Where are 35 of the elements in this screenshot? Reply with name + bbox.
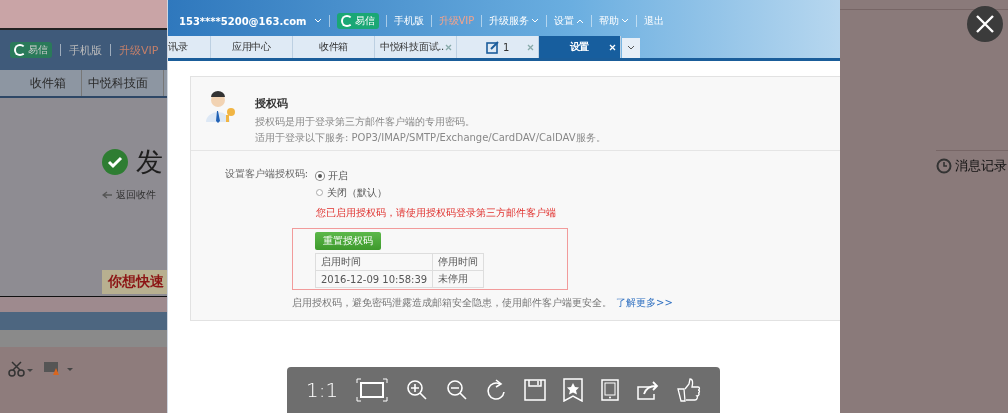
column-header: 启用时间 <box>315 253 433 271</box>
status-notice: 您已启用授权码，请使用授权码登录第三方邮件客户端 <box>316 206 557 220</box>
setting-label: 设置客户端授权码: <box>223 167 309 181</box>
header-link[interactable]: 手机版 <box>393 14 424 28</box>
card-title: 授权码 <box>255 96 289 111</box>
radio-option[interactable]: 关闭（默认） <box>316 184 673 201</box>
tab[interactable]: 设置 <box>539 36 621 58</box>
table-cell: 未停用 <box>432 270 484 288</box>
reset-button[interactable]: 重置授权码 <box>315 232 381 250</box>
card-description: 授权码是用于登录第三方邮件客户端的专用密码。 <box>255 115 476 129</box>
yixin-badge[interactable]: 易信 <box>336 13 379 29</box>
promo-banner: 你想快速 <box>102 270 167 294</box>
header-menu[interactable]: 设置 <box>554 14 585 28</box>
actual-size-button[interactable]: 1:1 <box>305 378 339 402</box>
tab[interactable]: 应用中心 <box>211 36 293 58</box>
account-menu[interactable]: 153****5200@163.com <box>179 15 307 27</box>
tab[interactable]: 中悦科技面 <box>82 70 164 96</box>
radio-option[interactable]: 开启 <box>316 167 673 184</box>
column-header: 停用时间 <box>432 253 484 271</box>
footnote: 启用授权码，避免密码泄露造成邮箱安全隐患，使用邮件客户端更安全。 <box>292 296 612 310</box>
sent-heading: 发 <box>136 145 163 179</box>
header-link[interactable]: 手机版 <box>69 42 102 58</box>
history-label[interactable]: 消息记录 <box>955 157 1007 175</box>
back-link[interactable]: 返回收件 <box>116 188 156 202</box>
supported-services: 适用于登录以下服务: POP3/IMAP/SMTP/Exchange/CardDAV/CalDAV服务。 <box>255 131 606 145</box>
yixin-badge[interactable]: 易信 <box>10 42 52 58</box>
table-cell: 2016-12-09 10:58:39 <box>315 270 433 288</box>
header-menu[interactable]: 升级服务 <box>489 14 540 28</box>
tab[interactable]: 收件箱 <box>0 70 82 96</box>
tab[interactable]: 1 <box>457 36 539 58</box>
learn-more-link[interactable]: 了解更多>> <box>616 296 673 310</box>
tab[interactable]: 讯录 <box>168 36 211 58</box>
tab[interactable]: 中悦科技面试.. <box>375 36 457 58</box>
tab[interactable]: 收件箱 <box>293 36 375 58</box>
history-link[interactable]: 消息记录 <box>936 150 1008 175</box>
